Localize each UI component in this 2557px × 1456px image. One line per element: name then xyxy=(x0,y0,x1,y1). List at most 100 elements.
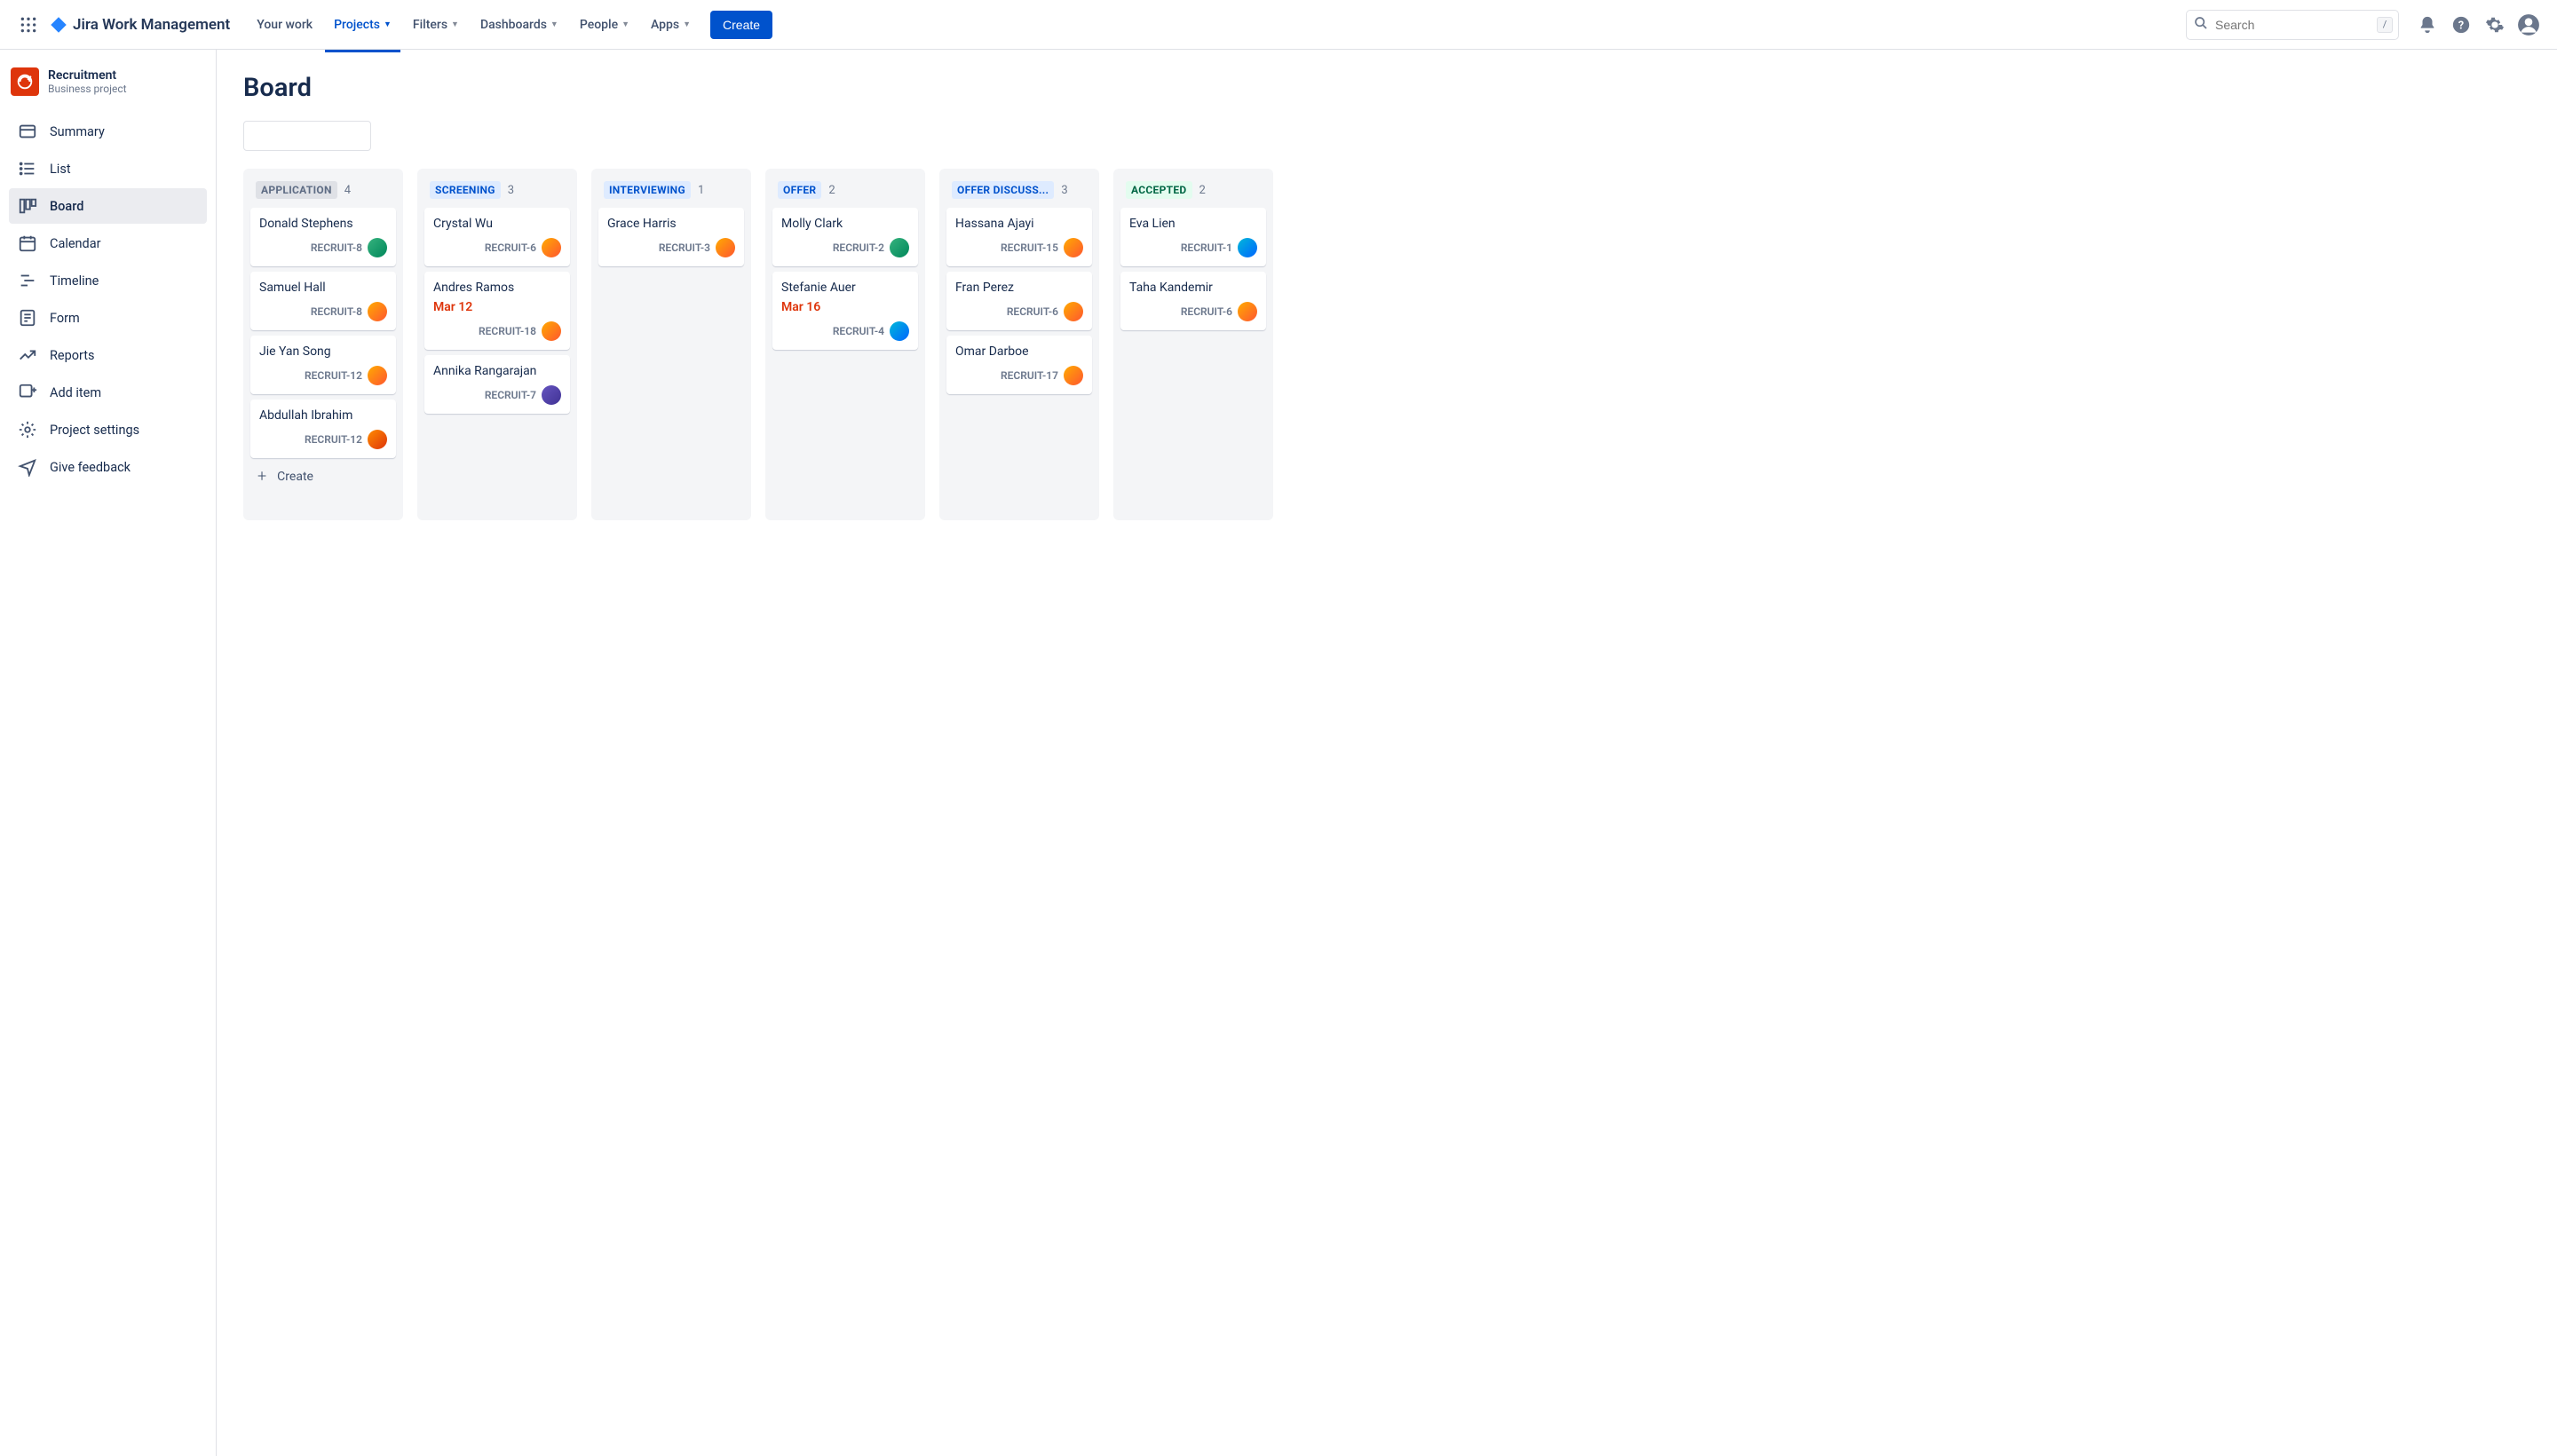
card-title: Andres Ramos xyxy=(433,281,561,295)
assignee-avatar[interactable] xyxy=(1238,238,1257,257)
chevron-down-icon: ▼ xyxy=(621,20,629,29)
board-card[interactable]: Stefanie AuerMar 16RECRUIT-4 xyxy=(772,272,918,350)
sidebar-item-reports[interactable]: Reports xyxy=(9,337,207,373)
sidebar-item-add-item[interactable]: Add item xyxy=(9,375,207,410)
card-key: RECRUIT-2 xyxy=(833,241,884,254)
calendar-icon xyxy=(18,233,37,253)
board-card[interactable]: Molly ClarkRECRUIT-2 xyxy=(772,208,918,266)
app-switcher-icon[interactable] xyxy=(14,11,43,39)
board-card[interactable]: Annika RangarajanRECRUIT-7 xyxy=(424,355,570,414)
assignee-avatar[interactable] xyxy=(716,238,735,257)
board-columns: APPLICATION4Donald StephensRECRUIT-8Samu… xyxy=(243,169,2530,520)
sidebar-item-board[interactable]: Board xyxy=(9,188,207,224)
column-count: 2 xyxy=(828,184,835,197)
settings-icon[interactable] xyxy=(2481,11,2509,39)
nav-people[interactable]: People▼ xyxy=(571,11,638,39)
column-header[interactable]: SCREENING3 xyxy=(424,176,570,208)
assignee-avatar[interactable] xyxy=(1064,366,1083,385)
card-title: Donald Stephens xyxy=(259,217,387,231)
card-key: RECRUIT-6 xyxy=(485,241,536,254)
assignee-avatar[interactable] xyxy=(368,302,387,321)
card-title: Jie Yan Song xyxy=(259,344,387,359)
sidebar-item-project-settings[interactable]: Project settings xyxy=(9,412,207,447)
chevron-down-icon: ▼ xyxy=(683,20,691,29)
project-name: Recruitment xyxy=(48,68,127,83)
board-card[interactable]: Donald StephensRECRUIT-8 xyxy=(250,208,396,266)
card-title: Stefanie Auer xyxy=(781,281,909,295)
nav-apps[interactable]: Apps▼ xyxy=(642,11,700,39)
assignee-avatar[interactable] xyxy=(1064,302,1083,321)
assignee-avatar[interactable] xyxy=(1064,238,1083,257)
card-key: RECRUIT-1 xyxy=(1181,241,1232,254)
sidebar-item-timeline[interactable]: Timeline xyxy=(9,263,207,298)
top-nav: Jira Work Management Your work Projects▼… xyxy=(0,0,2557,50)
column-header[interactable]: OFFER2 xyxy=(772,176,918,208)
create-button[interactable]: Create xyxy=(710,11,772,39)
sidebar-item-label: Calendar xyxy=(50,236,101,251)
assignee-avatar[interactable] xyxy=(542,238,561,257)
board-column: OFFER DISCUSS...3Hassana AjayiRECRUIT-15… xyxy=(939,169,1099,520)
board-card[interactable]: Jie Yan Song RECRUIT-12 xyxy=(250,336,396,394)
project-icon xyxy=(11,67,39,96)
card-key: RECRUIT-8 xyxy=(311,305,362,318)
column-header[interactable]: OFFER DISCUSS...3 xyxy=(946,176,1092,208)
header-actions: ? xyxy=(2413,11,2543,39)
nav-dashboards[interactable]: Dashboards▼ xyxy=(471,11,567,39)
sidebar-item-label: List xyxy=(50,162,71,177)
create-card-button[interactable]: +Create xyxy=(250,458,396,495)
board-card[interactable]: Andres RamosMar 12RECRUIT-18 xyxy=(424,272,570,350)
chevron-down-icon: ▼ xyxy=(384,20,392,29)
board-card[interactable]: Crystal Wu RECRUIT-6 xyxy=(424,208,570,266)
sidebar-item-give-feedback[interactable]: Give feedback xyxy=(9,449,207,485)
assignee-avatar[interactable] xyxy=(1238,302,1257,321)
board-card[interactable]: Samuel Hall RECRUIT-8 xyxy=(250,272,396,330)
assignee-avatar[interactable] xyxy=(542,321,561,341)
chevron-down-icon: ▼ xyxy=(451,20,459,29)
nav-projects[interactable]: Projects▼ xyxy=(325,11,400,39)
card-title: Crystal Wu xyxy=(433,217,561,231)
board-card[interactable]: Fran PerezRECRUIT-6 xyxy=(946,272,1092,330)
sidebar-item-calendar[interactable]: Calendar xyxy=(9,226,207,261)
board-card[interactable]: Omar DarboeRECRUIT-17 xyxy=(946,336,1092,394)
assignee-avatar[interactable] xyxy=(368,238,387,257)
nav-filters[interactable]: Filters▼ xyxy=(404,11,468,39)
board-card[interactable]: Eva LienRECRUIT-1 xyxy=(1120,208,1266,266)
board-card[interactable]: Abdullah IbrahimRECRUIT-12 xyxy=(250,400,396,458)
project-header[interactable]: Recruitment Business project xyxy=(9,67,207,108)
sidebar-item-label: Summary xyxy=(50,124,105,139)
card-key: RECRUIT-6 xyxy=(1181,305,1232,318)
board-card[interactable]: Grace HarrisRECRUIT-3 xyxy=(598,208,744,266)
nav-your-work[interactable]: Your work xyxy=(248,11,321,39)
card-title: Taha Kandemir xyxy=(1129,281,1257,295)
chevron-down-icon: ▼ xyxy=(550,20,558,29)
assignee-avatar[interactable] xyxy=(890,321,909,341)
sidebar-item-form[interactable]: Form xyxy=(9,300,207,336)
column-header[interactable]: APPLICATION4 xyxy=(250,176,396,208)
board-search-input[interactable] xyxy=(243,121,371,151)
sidebar-item-summary[interactable]: Summary xyxy=(9,114,207,149)
product-logo[interactable]: Jira Work Management xyxy=(50,16,230,34)
profile-icon[interactable] xyxy=(2514,11,2543,39)
assignee-avatar[interactable] xyxy=(368,366,387,385)
search-icon xyxy=(2194,16,2208,34)
search-input[interactable] xyxy=(2186,10,2399,40)
card-title: Omar Darboe xyxy=(955,344,1083,359)
board-card[interactable]: Taha Kandemir RECRUIT-6 xyxy=(1120,272,1266,330)
card-key: RECRUIT-3 xyxy=(659,241,710,254)
column-title: APPLICATION xyxy=(256,181,337,199)
notifications-icon[interactable] xyxy=(2413,11,2442,39)
column-header[interactable]: ACCEPTED2 xyxy=(1120,176,1266,208)
column-title: ACCEPTED xyxy=(1126,181,1192,199)
board-card[interactable]: Hassana AjayiRECRUIT-15 xyxy=(946,208,1092,266)
list-icon xyxy=(18,159,37,178)
column-count: 1 xyxy=(698,184,704,197)
column-title: INTERVIEWING xyxy=(604,181,691,199)
sidebar-item-list[interactable]: List xyxy=(9,151,207,186)
column-header[interactable]: INTERVIEWING 1 xyxy=(598,176,744,208)
help-icon[interactable]: ? xyxy=(2447,11,2475,39)
assignee-avatar[interactable] xyxy=(890,238,909,257)
card-key: RECRUIT-12 xyxy=(305,369,362,382)
assignee-avatar[interactable] xyxy=(368,430,387,449)
card-title: Samuel Hall xyxy=(259,281,387,295)
assignee-avatar[interactable] xyxy=(542,385,561,405)
